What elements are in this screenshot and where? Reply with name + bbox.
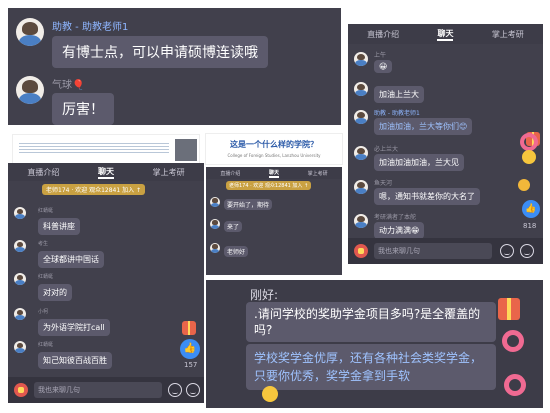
slide-subtitle: College of Foreign Studies, Lanzhou Univ… bbox=[227, 153, 321, 158]
msg-sender-name: 助教 - 助教老师1 bbox=[52, 22, 129, 33]
input-bar: 我也来聊几句 bbox=[8, 377, 204, 403]
assistant-avatar bbox=[354, 110, 368, 124]
chat-bubble: 嗯，通知书就差你的大名了 bbox=[374, 188, 480, 205]
more-icon[interactable] bbox=[186, 383, 200, 397]
input-bar: 我也来聊几句 bbox=[348, 238, 543, 264]
gift-button[interactable] bbox=[14, 383, 28, 397]
emoji-icon[interactable] bbox=[500, 244, 514, 258]
tab-bar: 直播介绍 聊天 掌上考研 bbox=[8, 163, 204, 181]
msg-sender-name: 考生 bbox=[38, 241, 49, 247]
more-icon[interactable] bbox=[520, 244, 534, 258]
msg-sender-name: 小柯 bbox=[38, 309, 49, 315]
like-button[interactable]: 👍 bbox=[180, 339, 200, 359]
user-avatar bbox=[210, 243, 220, 253]
trophy-sticker bbox=[518, 179, 530, 191]
welcome-notice: 老师174 · 欢迎 观众12841 加入 ↑ bbox=[226, 181, 312, 190]
msg-sender-name: 刚好: bbox=[250, 288, 279, 302]
chat-bubble: 加油加油加油，兰大见 bbox=[374, 154, 464, 171]
gift-sticker bbox=[498, 298, 520, 320]
user-avatar bbox=[210, 219, 220, 229]
user-avatar bbox=[16, 76, 44, 104]
welcome-notice: 老师174 · 欢迎 观众12841 加入 ↑ bbox=[42, 184, 146, 195]
msg-sender-name: 红蜻蜓 bbox=[38, 208, 54, 214]
user-avatar bbox=[14, 240, 26, 252]
chat-bubble: 老师好 bbox=[224, 246, 249, 257]
chat-bubble: 加油上兰大 bbox=[374, 86, 424, 103]
chat-bubble: 有博士点，可以申请硕博连读哦 bbox=[52, 36, 268, 68]
question-text: .请问学校的奖助学金项目多吗?是全覆盖的吗? bbox=[254, 307, 481, 337]
slide-title: 这是一个什么样的学院？ bbox=[230, 140, 318, 149]
user-avatar bbox=[354, 52, 368, 66]
tab-intro[interactable]: 直播介绍 bbox=[27, 167, 59, 178]
msg-sender-name: 助教 - 助教老师1 bbox=[374, 110, 420, 117]
like-button[interactable]: 👍 bbox=[522, 200, 540, 218]
user-avatar bbox=[14, 207, 26, 219]
presenter-photo bbox=[175, 139, 197, 161]
center-chat-panel: 直播介绍 聊天 掌上考研 老师174 · 欢迎 观众12841 加入 ↑ 要开始… bbox=[206, 167, 342, 275]
donut-sticker bbox=[502, 330, 524, 352]
donut-sticker bbox=[520, 133, 538, 151]
top-chat-panel: 助教 - 助教老师1 有博士点，可以申请硕博连读哦 气球🎈 厉害！ bbox=[8, 8, 341, 125]
thumbnail-text bbox=[19, 141, 169, 155]
star-sticker bbox=[522, 150, 536, 164]
tab-intro[interactable]: 直播介绍 bbox=[220, 170, 240, 177]
user-avatar bbox=[354, 82, 368, 96]
left-chat-panel: 直播介绍 聊天 掌上考研 老师174 · 欢迎 观众12841 加入 ↑ 红蜻蜓… bbox=[8, 163, 204, 403]
chat-input[interactable]: 我也来聊几句 bbox=[374, 243, 492, 259]
slide-thumbnail bbox=[12, 134, 200, 164]
chat-bubble: 为外语学院打call bbox=[38, 319, 110, 336]
tab-chat[interactable]: 聊天 bbox=[268, 169, 279, 178]
chat-bubble: 全球都讲中国话 bbox=[38, 251, 104, 268]
msg-sender-name: 上午 bbox=[374, 52, 387, 59]
lecture-slide: 这是一个什么样的学院？ College of Foreign Studies, … bbox=[205, 133, 343, 165]
msg-sender-name: 考研满者了本舵 bbox=[374, 214, 417, 221]
user-avatar bbox=[354, 146, 368, 160]
tab-kaoyan[interactable]: 掌上考研 bbox=[153, 167, 185, 178]
msg-sender-name: 红蜻蜓 bbox=[38, 274, 54, 280]
chat-bubble-answer: 学校奖学金优厚，还有各种社会类奖学金，只要你优秀，奖学金拿到手软 bbox=[246, 344, 496, 390]
donut-sticker bbox=[504, 374, 526, 396]
tab-intro[interactable]: 直播介绍 bbox=[367, 29, 399, 40]
like-count: 818 bbox=[523, 222, 537, 230]
user-avatar bbox=[14, 341, 26, 353]
chat-input[interactable]: 我也来聊几句 bbox=[34, 382, 162, 398]
zoomed-chat-panel: 刚好: .请问学校的奖助学金项目多吗?是全覆盖的吗? 学校奖学金优厚，还有各种社… bbox=[206, 280, 543, 408]
user-avatar bbox=[354, 180, 368, 194]
tab-chat[interactable]: 聊天 bbox=[97, 166, 114, 179]
tab-chat[interactable]: 聊天 bbox=[437, 28, 454, 41]
chat-bubble-question: .请问学校的奖助学金项目多吗?是全覆盖的吗? bbox=[246, 302, 496, 342]
chat-bubble: 动力满满😁 bbox=[374, 222, 425, 239]
user-avatar bbox=[14, 308, 26, 320]
user-avatar bbox=[210, 197, 220, 207]
right-chat-panel: 直播介绍 聊天 掌上考研 上午 😀 加油上兰大 助教 - 助教老师1 加油加油，… bbox=[348, 24, 543, 264]
chat-bubble: 来了 bbox=[224, 221, 243, 232]
chat-bubble: 科普讲座 bbox=[38, 218, 80, 235]
msg-sender-name: 鱼天河 bbox=[374, 180, 393, 187]
chat-bubble: 对对的 bbox=[38, 284, 72, 301]
user-avatar bbox=[14, 273, 26, 285]
answer-text: 学校奖学金优厚，还有各种社会类奖学金，只要你优秀，奖学金拿到手软 bbox=[254, 351, 483, 383]
gift-button[interactable] bbox=[354, 244, 368, 258]
msg-sender-name: 气球🎈 bbox=[52, 80, 85, 91]
msg-sender-name: 必上兰大 bbox=[374, 146, 399, 153]
tab-bar: 直播介绍 聊天 掌上考研 bbox=[348, 24, 543, 44]
msg-sender-name: 红蜻蜓 bbox=[38, 342, 54, 348]
user-avatar bbox=[354, 214, 368, 228]
tab-bar: 直播介绍 聊天 掌上考研 bbox=[206, 167, 342, 179]
tab-kaoyan[interactable]: 掌上考研 bbox=[308, 170, 328, 177]
chat-bubble: 要开始了，期待 bbox=[224, 199, 273, 210]
smiley-sticker bbox=[262, 386, 278, 402]
chat-bubble: 知己知彼百战百胜 bbox=[38, 352, 112, 369]
tab-kaoyan[interactable]: 掌上考研 bbox=[492, 29, 524, 40]
chat-bubble: 加油加油，兰大等你们😊 bbox=[374, 118, 473, 135]
chat-bubble: 厉害！ bbox=[52, 93, 114, 125]
like-count: 157 bbox=[184, 361, 198, 369]
emoji-icon[interactable] bbox=[168, 383, 182, 397]
gift-sticker bbox=[182, 321, 196, 335]
chat-bubble: 😀 bbox=[374, 60, 393, 73]
assistant-avatar bbox=[16, 18, 44, 46]
